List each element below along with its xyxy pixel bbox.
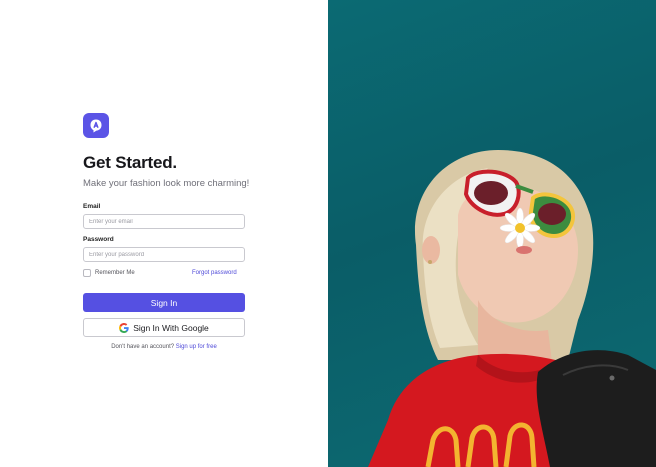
- remember-checkbox[interactable]: [83, 269, 91, 277]
- login-panel: Get Started. Make your fashion look more…: [0, 0, 328, 467]
- password-field[interactable]: [83, 247, 245, 262]
- signup-prompt: Don't have an account? Sign up for free: [83, 344, 245, 350]
- google-button-label: Sign In With Google: [133, 322, 209, 333]
- signup-link[interactable]: Sign up for free: [176, 344, 217, 350]
- page-subtitle: Make your fashion look more charming!: [83, 178, 250, 189]
- app-logo-icon: [83, 113, 109, 138]
- remember-me[interactable]: Remember Me: [83, 269, 135, 277]
- google-icon: [119, 322, 129, 333]
- password-label: Password: [83, 236, 114, 243]
- sign-in-button[interactable]: Sign In: [83, 293, 245, 312]
- email-label: Email: [83, 203, 101, 210]
- hero-photo: [328, 0, 656, 467]
- email-field[interactable]: [83, 214, 245, 229]
- page-title: Get Started.: [83, 153, 177, 172]
- hero-illustration: [368, 150, 656, 467]
- remember-label: Remember Me: [95, 270, 135, 276]
- signup-prompt-text: Don't have an account?: [111, 344, 175, 350]
- google-sign-in-button[interactable]: Sign In With Google: [83, 318, 245, 337]
- forgot-password-link[interactable]: Forgot password: [192, 270, 237, 276]
